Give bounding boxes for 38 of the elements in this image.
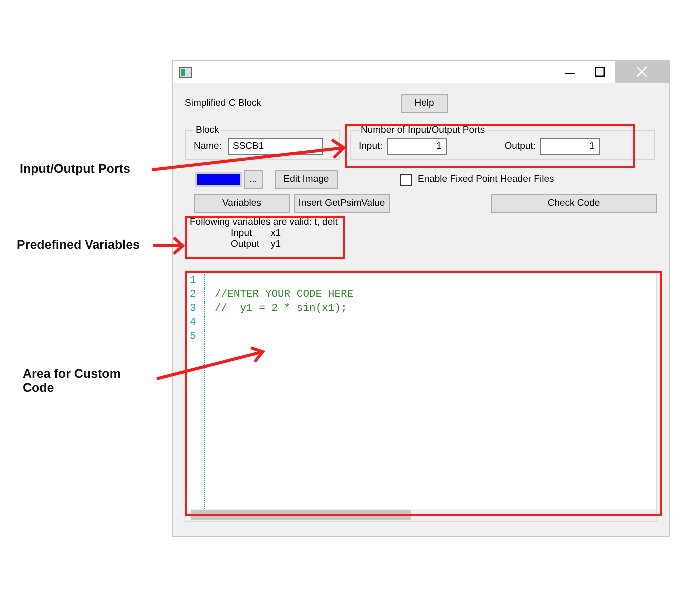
check-code-button[interactable]: Check Code [491,194,657,213]
fixed-point-checkbox[interactable] [400,174,412,186]
fixed-point-label: Enable Fixed Point Header Files [418,174,554,185]
browse-button[interactable]: ... [244,170,263,189]
code-editor[interactable]: 1 2 //ENTER YOUR CODE HERE 3 // y1 = 2 * sin(x1); 4 5 [185,270,657,522]
group-legend: Block [194,125,222,136]
edit-image-button[interactable]: Edit Image [275,170,338,189]
name-label: Name: [194,141,222,152]
close-icon [637,67,647,77]
maximize-icon[interactable] [595,67,605,77]
line-number: 3 [186,302,205,316]
annotation-label: Predefined Variables [17,238,141,252]
pointer-arrow [153,236,186,256]
variable-value: y1 [271,239,282,250]
output-count-field[interactable]: 1 [540,138,600,155]
variable-value: x1 [271,228,282,239]
app-icon [179,66,192,78]
input-count-field[interactable]: 1 [386,138,447,155]
code-line: //ENTER YOUR CODE HERE [214,289,354,301]
insert-button[interactable]: Insert GetPsimValue [294,194,390,213]
line-number: 1 [186,274,205,288]
variable-name: Output [231,239,261,250]
variables-button[interactable]: Variables [194,194,290,213]
annotation-label: Area for Custom Code [23,367,122,395]
name-field[interactable]: SSCB1 [228,138,323,155]
variables-heading: Following variables are valid: t, delt [190,217,339,228]
line-number: 4 [186,316,205,330]
variable-name: Input [231,228,254,239]
line-number: 2 [186,288,205,302]
code-line: // y1 = 2 * sin(x1); [214,303,348,315]
line-number: 5 [186,330,205,344]
color-swatch[interactable] [195,172,242,187]
input-label: Input: [359,141,383,152]
annotation-label: Input/Output Ports [20,162,132,176]
help-button[interactable]: Help [401,94,448,113]
group-legend: Number of Input/Output Ports [359,125,488,136]
dialog-caption: Simplified C Block [185,98,263,109]
output-label: Output: [504,141,536,152]
